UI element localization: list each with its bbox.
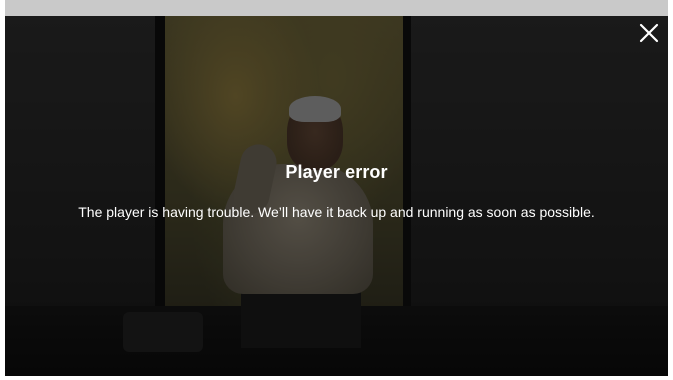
error-message: The player is having trouble. We’ll have… <box>78 204 595 220</box>
error-overlay <box>5 16 668 376</box>
modal-top-bar <box>5 0 668 16</box>
close-button[interactable] <box>636 20 662 46</box>
close-icon <box>639 23 659 43</box>
video-player[interactable]: Player error The player is having troubl… <box>5 16 668 376</box>
error-title: Player error <box>285 162 388 182</box>
video-modal: Player error The player is having troubl… <box>0 0 673 380</box>
